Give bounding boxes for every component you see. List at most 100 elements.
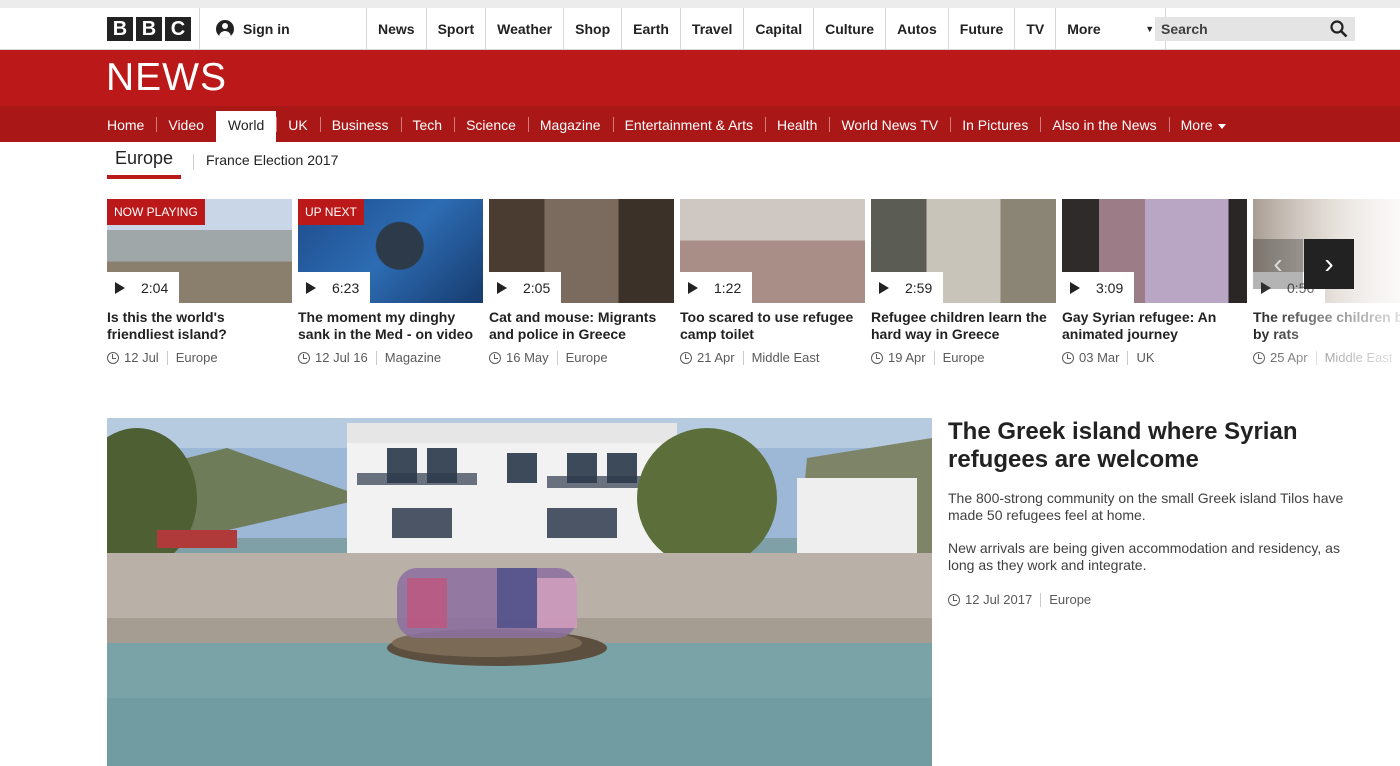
nav-item-world-news-tv[interactable]: World News TV (829, 106, 950, 142)
video-title[interactable]: Too scared to use refugee camp toilet (680, 309, 860, 343)
divider (193, 153, 195, 170)
video-title[interactable]: The refugee children bitten by rats (1253, 309, 1400, 343)
video-title[interactable]: Gay Syrian refugee: An animated journey (1062, 309, 1242, 343)
nav-item-magazine[interactable]: Magazine (527, 106, 613, 142)
video-card[interactable]: 1:22 Too scared to use refugee camp toil… (680, 199, 865, 379)
global-nav-travel[interactable]: Travel (681, 8, 745, 49)
clock-icon (107, 351, 119, 364)
nav-item-in-pictures[interactable]: In Pictures (950, 106, 1040, 142)
video-date: 19 Apr (888, 350, 926, 365)
video-meta: 12 Jul Europe (107, 350, 292, 365)
video-title[interactable]: Refugee children learn the hard way in G… (871, 309, 1051, 343)
video-section-link[interactable]: Europe (943, 350, 985, 365)
nav-item-entertainment[interactable]: Entertainment & Arts (612, 106, 765, 142)
play-icon (1070, 281, 1080, 294)
clock-icon (948, 593, 960, 606)
nav-item-tech[interactable]: Tech (400, 106, 455, 142)
video-thumbnail[interactable]: 3:09 (1062, 199, 1247, 303)
main-video-player[interactable] (107, 418, 932, 766)
hero-video-frame (107, 418, 932, 766)
global-nav-more[interactable]: More ▼ (1056, 8, 1167, 49)
video-date: 03 Mar (1079, 350, 1120, 365)
video-card[interactable]: NOW PLAYING 2:04 Is this the world's fri… (107, 199, 292, 379)
global-nav-news[interactable]: News (367, 8, 427, 49)
video-card[interactable]: UP NEXT 6:23 The moment my dinghy sank i… (298, 199, 483, 379)
caret-down-icon (1217, 123, 1226, 129)
nav-item-science[interactable]: Science (454, 106, 528, 142)
video-title[interactable]: The moment my dinghy sank in the Med - o… (298, 309, 478, 343)
nav-item-video[interactable]: Video (156, 106, 216, 142)
video-carousel: NOW PLAYING 2:04 Is this the world's fri… (107, 199, 1400, 379)
duration-text: 2:59 (905, 279, 933, 296)
video-card[interactable]: 0:56 The refugee children bitten by rats… (1253, 199, 1400, 379)
global-nav-earth[interactable]: Earth (622, 8, 681, 49)
video-card[interactable]: 2:05 Cat and mouse: Migrants and police … (489, 199, 674, 379)
nav-item-uk[interactable]: UK (276, 106, 319, 142)
clock-icon (298, 351, 310, 364)
video-meta: 21 Apr Middle East (680, 350, 865, 365)
bbc-logo[interactable]: B B C (107, 17, 191, 41)
global-nav-future[interactable]: Future (949, 8, 1016, 49)
nav-more-label: More (1180, 117, 1213, 133)
video-thumbnail[interactable]: UP NEXT 6:23 (298, 199, 483, 303)
video-section-link[interactable]: Middle East (752, 350, 820, 365)
duration-label: 6:23 (298, 272, 370, 303)
video-thumbnail[interactable]: 2:59 (871, 199, 1056, 303)
video-title[interactable]: Is this the world's friendliest island? (107, 309, 287, 343)
search-input[interactable]: Search (1155, 17, 1355, 41)
video-section-link[interactable]: Middle East (1325, 350, 1393, 365)
nav-item-home[interactable]: Home (95, 106, 156, 142)
video-date: 12 Jul (124, 350, 159, 365)
video-card[interactable]: 2:59 Refugee children learn the hard way… (871, 199, 1056, 379)
global-nav-capital[interactable]: Capital (744, 8, 815, 49)
video-title[interactable]: Cat and mouse: Migrants and police in Gr… (489, 309, 669, 343)
clock-icon (1062, 351, 1074, 364)
video-section-link[interactable]: Europe (176, 350, 218, 365)
video-thumbnail[interactable]: NOW PLAYING 2:04 (107, 199, 292, 303)
divider (933, 350, 935, 365)
global-nav-sport[interactable]: Sport (427, 8, 487, 49)
carousel-prev-button[interactable]: ‹ (1253, 239, 1303, 289)
duration-label: 2:04 (107, 272, 179, 303)
carousel-next-button[interactable]: › (1304, 239, 1354, 289)
section-title[interactable]: Europe (107, 144, 182, 179)
chevron-left-icon: ‹ (1273, 248, 1283, 279)
video-section-link[interactable]: Magazine (385, 350, 441, 365)
duration-label: 2:59 (871, 272, 943, 303)
global-nav-shop[interactable]: Shop (564, 8, 623, 49)
nav-item-health[interactable]: Health (765, 106, 829, 142)
global-nav-weather[interactable]: Weather (486, 8, 565, 49)
search-icon[interactable] (1330, 20, 1348, 38)
video-date: 25 Apr (1270, 350, 1308, 365)
nav-item-world[interactable]: World (215, 111, 277, 147)
video-meta: 25 Apr Middle East (1253, 350, 1400, 365)
logo-letter-b1: B (107, 17, 133, 41)
video-date: 21 Apr (697, 350, 735, 365)
story-headline[interactable]: The Greek island where Syrian refugees a… (948, 418, 1348, 474)
duration-text: 2:04 (141, 279, 169, 296)
video-section-link[interactable]: Europe (566, 350, 608, 365)
play-icon (497, 281, 507, 294)
section-link-france-election[interactable]: France Election 2017 (206, 152, 338, 168)
divider (1040, 592, 1042, 607)
nav-item-more[interactable]: More (1168, 106, 1238, 142)
video-thumbnail[interactable]: 2:05 (489, 199, 674, 303)
main-story: The Greek island where Syrian refugees a… (948, 418, 1348, 607)
video-section-link[interactable]: UK (1136, 350, 1154, 365)
news-logo[interactable]: NEWS (106, 56, 227, 100)
video-card[interactable]: 3:09 Gay Syrian refugee: An animated jou… (1062, 199, 1247, 379)
nav-item-also-in-the-news[interactable]: Also in the News (1040, 106, 1168, 142)
divider (1127, 350, 1129, 365)
story-section-link[interactable]: Europe (1049, 592, 1091, 607)
global-nav-autos[interactable]: Autos (886, 8, 949, 49)
chevron-right-icon: › (1324, 248, 1334, 279)
sign-in-link[interactable]: Sign in (199, 8, 367, 49)
divider (742, 350, 744, 365)
up-next-badge: UP NEXT (298, 199, 364, 225)
divider (166, 350, 168, 365)
nav-item-business[interactable]: Business (319, 106, 401, 142)
global-nav-culture[interactable]: Culture (814, 8, 887, 49)
global-nav-tv[interactable]: TV (1015, 8, 1057, 49)
video-thumbnail[interactable]: 1:22 (680, 199, 865, 303)
duration-label: 3:09 (1062, 272, 1134, 303)
